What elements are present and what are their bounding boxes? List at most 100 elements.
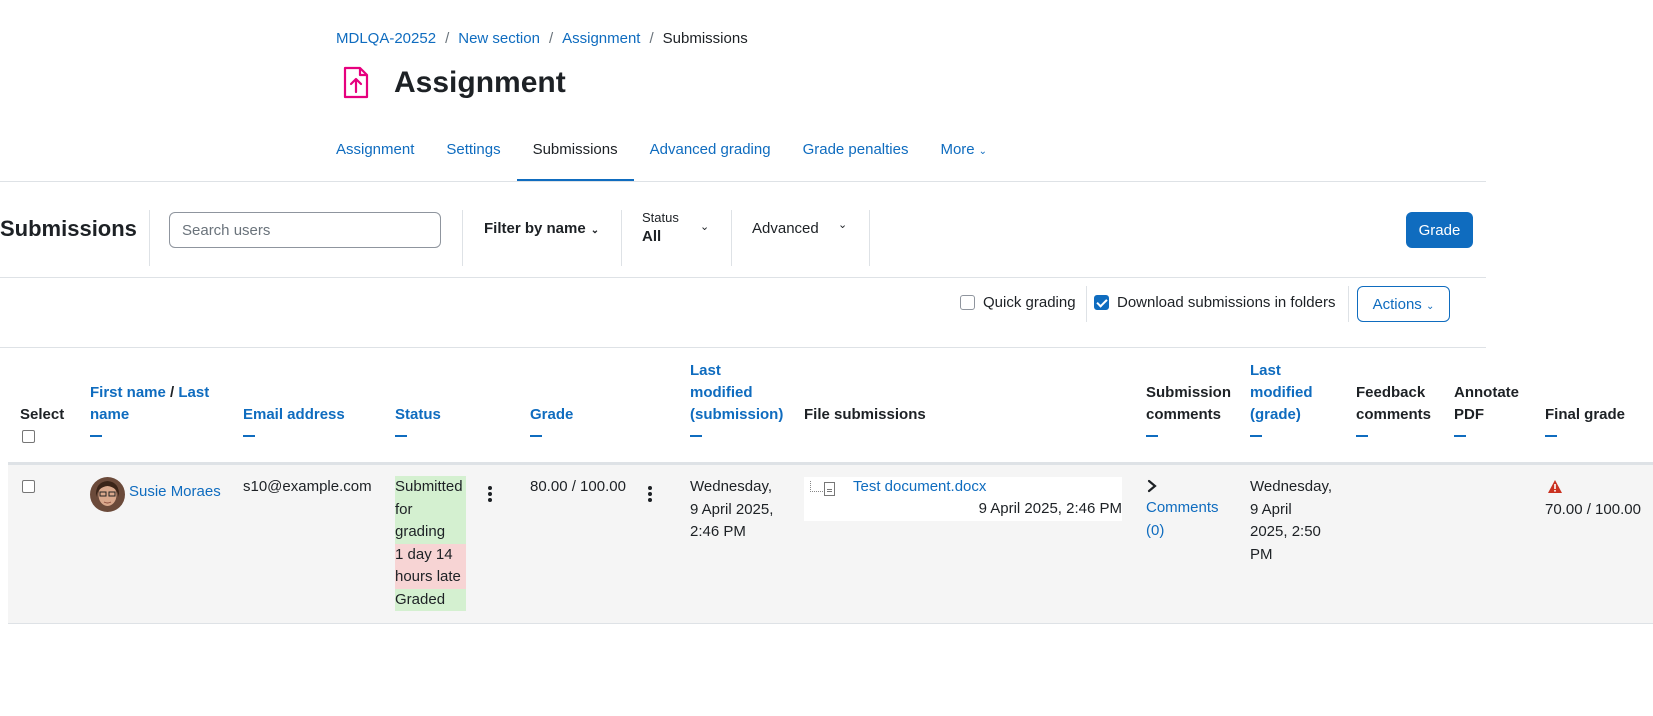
tab-submissions[interactable]: Submissions [516, 130, 634, 182]
collapse-column-icon[interactable] [1545, 435, 1557, 437]
header-text: (submission) [690, 406, 784, 423]
header-email: Email address [243, 404, 345, 437]
date-text: 9 April 2025, [690, 500, 774, 518]
tab-grade-penalties[interactable]: Grade penalties [787, 130, 925, 182]
chevron-right-icon[interactable] [1146, 479, 1158, 493]
header-text: PDF [1454, 406, 1484, 423]
chevron-down-icon: ⌄ [838, 219, 848, 231]
chevron-down-icon: ⌄ [978, 146, 988, 157]
sort-last-name-link[interactable]: Last [178, 384, 209, 401]
tab-more-label: More [940, 141, 975, 158]
status-text: grading [395, 523, 446, 540]
assignment-upload-icon [343, 66, 369, 99]
grade-button[interactable]: Grade [1406, 212, 1473, 248]
download-in-folders-checkbox[interactable] [1094, 295, 1109, 310]
collapse-column-icon[interactable] [1146, 435, 1158, 437]
download-in-folders-label: Download submissions in folders [1117, 294, 1336, 311]
collapse-column-icon[interactable] [90, 435, 102, 437]
file-date: 9 April 2025, 2:46 PM [978, 500, 1122, 517]
status-text: for [395, 500, 413, 518]
tab-assignment[interactable]: Assignment [320, 130, 430, 182]
page-title: Assignment [394, 66, 566, 99]
divider [0, 277, 1486, 278]
collapse-column-icon[interactable] [530, 435, 542, 437]
sort-last-name-link-2[interactable]: name [90, 406, 129, 423]
select-all-checkbox[interactable] [22, 430, 35, 443]
header-final-grade: Final grade [1545, 404, 1625, 437]
header-text: comments [1356, 406, 1432, 423]
advanced-filter-label: Advanced [752, 220, 819, 237]
actions-label: Actions [1372, 295, 1422, 313]
breadcrumb-separator: / [548, 30, 554, 47]
breadcrumb-course[interactable]: MDLQA-20252 [336, 30, 436, 47]
comments-link[interactable]: Comments (0) [1146, 499, 1219, 539]
breadcrumb-assignment[interactable]: Assignment [562, 30, 640, 47]
breadcrumb-section[interactable]: New section [458, 30, 540, 47]
chevron-down-icon: ⌄ [590, 225, 600, 236]
page-header: Assignment [340, 66, 566, 100]
chevron-down-icon: ⌄ [700, 221, 710, 233]
sort-grade-link[interactable]: Grade [530, 406, 573, 423]
header-text: Submission [1146, 384, 1232, 401]
collapse-column-icon[interactable] [243, 435, 255, 437]
user-email: s10@example.com [243, 478, 372, 495]
last-modified-submission: Wednesday, 9 April 2025, 2:46 PM [690, 476, 773, 544]
advanced-filter-dropdown[interactable]: Advanced ⌄ [752, 219, 852, 237]
submission-comments: Comments (0) [1146, 476, 1219, 542]
tab-more[interactable]: More ⌄ [924, 130, 1003, 182]
collapse-column-icon[interactable] [690, 435, 702, 437]
sort-last-modified-submission-link[interactable]: Last modified (submission) [690, 362, 783, 423]
collapse-column-icon[interactable] [1356, 435, 1368, 437]
quick-grading-checkbox[interactable] [960, 295, 975, 310]
header-file-submissions: File submissions [804, 406, 926, 423]
comments-count: (0) [1146, 521, 1165, 539]
divider [0, 347, 1486, 348]
header-last-modified-submission: Last modified (submission) [690, 360, 783, 437]
tab-settings[interactable]: Settings [430, 130, 516, 182]
sort-last-modified-grade-link[interactable]: Last modified (grade) [1250, 362, 1313, 423]
sort-status-link[interactable]: Status [395, 406, 441, 423]
user-name-link[interactable]: Susie Moraes [129, 481, 221, 504]
sort-email-link[interactable]: Email address [243, 406, 345, 423]
quick-grading-option[interactable]: Quick grading [960, 294, 1076, 311]
header-text: comments [1146, 406, 1222, 423]
grade-menu-kebab-icon[interactable] [648, 486, 652, 504]
header-annotate-pdf: Annotate PDF [1454, 382, 1519, 437]
header-select: Select [20, 406, 65, 423]
search-users-input[interactable] [169, 212, 441, 248]
status-late: 1 day 14 hours late [395, 543, 466, 589]
download-in-folders-option[interactable]: Download submissions in folders [1094, 294, 1335, 311]
quick-grading-label: Quick grading [983, 294, 1076, 311]
divider [869, 210, 870, 266]
date-text: 2:46 PM [690, 523, 746, 540]
filter-by-name-dropdown[interactable]: Filter by name ⌄ [484, 220, 599, 237]
status-submitted: Submitted for grading [395, 476, 466, 544]
status-text: Submitted [395, 478, 463, 495]
divider [1086, 286, 1087, 322]
date-text: 2025, 2:50 [1250, 523, 1321, 540]
date-text: PM [1250, 545, 1273, 563]
file-link[interactable]: Test document.docx [853, 476, 986, 499]
avatar[interactable] [90, 477, 125, 512]
collapse-column-icon[interactable] [1454, 435, 1466, 437]
collapse-column-icon[interactable] [1250, 435, 1262, 437]
status-menu-kebab-icon[interactable] [488, 486, 492, 504]
breadcrumb-separator: / [445, 30, 450, 47]
secondary-navigation: Assignment Settings Submissions Advanced… [320, 130, 1003, 182]
submission-status: Submitted for grading 1 day 14 hours lat… [395, 476, 466, 611]
status-graded: Graded [395, 588, 466, 611]
sort-first-name-link[interactable]: First name [90, 384, 166, 401]
comments-text: Comments [1146, 499, 1219, 516]
last-modified-grade: Wednesday, 9 April 2025, 2:50 PM [1250, 476, 1332, 566]
divider [462, 210, 463, 266]
collapse-column-icon[interactable] [395, 435, 407, 437]
tab-advanced-grading[interactable]: Advanced grading [634, 130, 787, 182]
filter-by-name-label: Filter by name [484, 220, 586, 237]
breadcrumb: MDLQA-20252 / New section / Assignment /… [336, 30, 748, 47]
actions-button[interactable]: Actions ⌄ [1357, 286, 1450, 322]
file-submission-box: Test document.docx 9 April 2025, 2:46 PM [804, 477, 1122, 521]
row-select-checkbox[interactable] [22, 480, 35, 493]
status-filter-dropdown[interactable]: Status All ⌄ [642, 210, 712, 245]
date-text: Wednesday, [690, 478, 772, 495]
divider [621, 210, 622, 266]
